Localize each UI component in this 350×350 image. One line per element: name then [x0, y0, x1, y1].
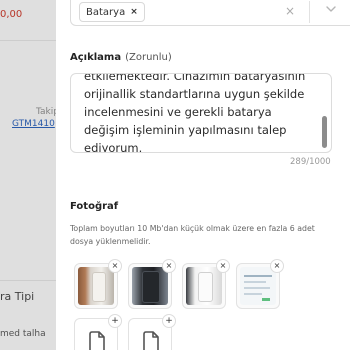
- photo-thumbnail[interactable]: ×: [236, 259, 284, 309]
- photo-thumbnail[interactable]: ×: [74, 259, 122, 309]
- add-photo-slot[interactable]: +: [74, 314, 122, 350]
- photo-image: [240, 267, 276, 305]
- clear-selection-icon[interactable]: ×: [285, 4, 295, 18]
- photo-section-title: Fotoğraf: [70, 201, 119, 212]
- select-divider: [309, 1, 310, 23]
- remove-photo-icon[interactable]: ×: [216, 259, 230, 273]
- textarea-scrollbar[interactable]: [322, 116, 327, 148]
- add-photo-slot[interactable]: +: [128, 314, 176, 350]
- remove-photo-icon[interactable]: ×: [162, 259, 176, 273]
- selected-chip: Batarya ×: [79, 2, 145, 22]
- photo-image: [186, 267, 222, 305]
- add-photo-icon[interactable]: +: [108, 314, 122, 328]
- description-label: Açıklama (Zorunlu): [70, 52, 172, 63]
- photo-thumbnail[interactable]: ×: [128, 259, 176, 309]
- category-select[interactable]: Batarya × ×: [70, 0, 350, 26]
- description-label-text: Açıklama: [70, 52, 122, 63]
- add-photo-icon[interactable]: +: [162, 314, 176, 328]
- description-textarea[interactable]: etkilemektedir. Cihazımın bataryasının o…: [70, 73, 332, 153]
- file-icon: [143, 331, 159, 350]
- modal-scrim[interactable]: [0, 0, 56, 350]
- chip-label: Batarya: [86, 6, 126, 18]
- side-drawer: Batarya × × Açıklama (Zorunlu) etkilemekt…: [56, 0, 350, 350]
- photo-thumbnail[interactable]: ×: [182, 259, 230, 309]
- chevron-down-icon[interactable]: [324, 2, 338, 16]
- description-required-note: (Zorunlu): [125, 52, 172, 63]
- chip-remove-icon[interactable]: ×: [130, 7, 138, 17]
- photo-upload-hint: Toplam boyutları 10 Mb'dan küçük olmak ü…: [70, 224, 315, 246]
- background-page: 0,00 Takip N GTM1410 ra Tipi med talha: [0, 0, 56, 350]
- photo-image: [132, 267, 168, 305]
- description-text: etkilemektedir. Cihazımın bataryasının o…: [84, 73, 306, 153]
- remove-photo-icon[interactable]: ×: [108, 259, 122, 273]
- file-icon: [89, 331, 105, 350]
- remove-photo-icon[interactable]: ×: [270, 259, 284, 273]
- photo-image: [78, 267, 114, 305]
- character-counter: 289/1000: [290, 157, 331, 167]
